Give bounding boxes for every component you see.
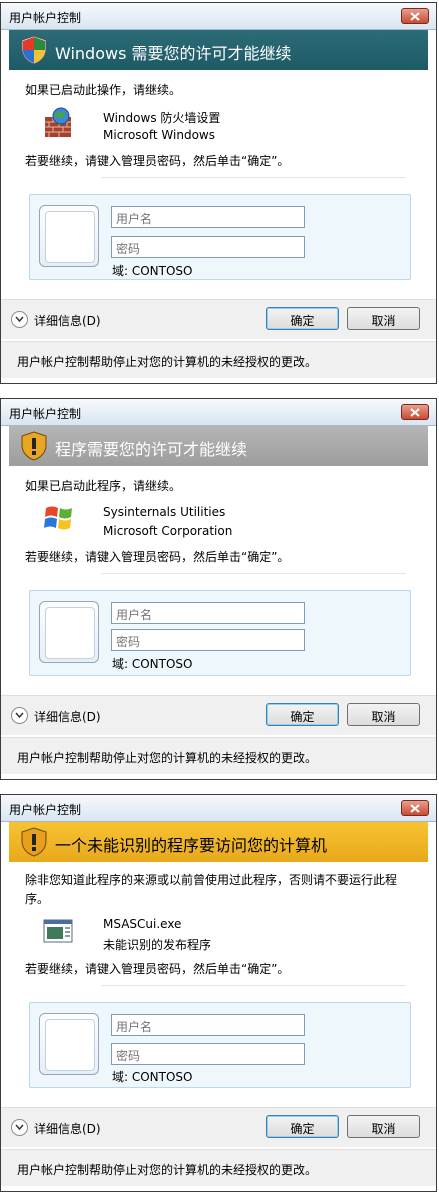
intro-text: 如果已启动此程序，请继续。 (25, 479, 182, 493)
close-button[interactable] (401, 404, 429, 420)
user-tile-image (39, 601, 99, 663)
details-link[interactable]: 详细信息(D) (34, 708, 101, 725)
chevron-down-icon (15, 712, 24, 719)
consent-banner: 程序需要您的许可才能继续 (9, 426, 428, 466)
footer-bar: 用户帐户控制帮助停止对您的计算机的未经授权的更改。 (1, 1149, 436, 1186)
footer-bar: 用户帐户控制帮助停止对您的计算机的未经授权的更改。 (1, 737, 436, 774)
ok-button[interactable]: 确定 (266, 1115, 339, 1138)
program-name: MSASCui.exe (103, 917, 182, 931)
button-bar: 详细信息(D) 确定 取消 (1, 695, 436, 735)
user-tile-image (39, 1013, 99, 1075)
password-input[interactable] (111, 629, 305, 651)
credential-tile-area: 域: CONTOSO (29, 1002, 411, 1088)
shield-icon (21, 35, 47, 65)
window-title: 用户帐户控制 (9, 407, 82, 421)
title-bar: 用户帐户控制 (1, 795, 436, 822)
domain-label: 域: CONTOSO (112, 657, 193, 671)
ok-button[interactable]: 确定 (266, 703, 339, 726)
username-input[interactable] (111, 1014, 305, 1036)
close-icon (410, 408, 420, 417)
details-link[interactable]: 详细信息(D) (34, 1120, 101, 1137)
separator (101, 573, 406, 574)
title-bar: 用户帐户控制 (1, 3, 436, 30)
intro-text: 除非您知道此程序的来源或以前曾使用过此程序，否则请不要运行此程序。 (25, 873, 398, 906)
chevron-down-icon (15, 1124, 24, 1131)
credential-tile-area: 域: CONTOSO (29, 194, 411, 280)
close-icon (410, 804, 420, 813)
consent-banner: 一个未能识别的程序要访问您的计算机 (9, 822, 428, 862)
consent-banner: Windows 需要您的许可才能继续 (9, 30, 428, 70)
username-input[interactable] (111, 206, 305, 228)
username-input[interactable] (111, 602, 305, 624)
uac-dialog-unidentified-program: 用户帐户控制 一个未能识别的程序要访问您的计算机 除非您知道此程序的来源或以前曾… (0, 794, 437, 1192)
cancel-button[interactable]: 取消 (347, 703, 420, 726)
warning-shield-icon (21, 827, 47, 857)
window-title: 用户帐户控制 (9, 803, 82, 817)
domain-label: 域: CONTOSO (112, 264, 193, 278)
uac-dialog-windows: 用户帐户控制 Windows 需要您的许可才能继续 如果已启动此操作，请继续。 … (0, 2, 437, 384)
details-expander[interactable] (11, 707, 28, 724)
banner-title: Windows 需要您的许可才能继续 (55, 44, 292, 63)
button-bar: 详细信息(D) 确定 取消 (1, 1107, 436, 1147)
footer-bar: 用户帐户控制帮助停止对您的计算机的未经授权的更改。 (1, 341, 436, 378)
instruction-text: 若要继续，请键入管理员密码，然后单击“确定”。 (25, 550, 290, 564)
details-expander[interactable] (11, 311, 28, 328)
footer-text: 用户帐户控制帮助停止对您的计算机的未经授权的更改。 (17, 355, 318, 369)
button-bar: 详细信息(D) 确定 取消 (1, 299, 436, 339)
cancel-button[interactable]: 取消 (347, 307, 420, 330)
details-expander[interactable] (11, 1119, 28, 1136)
chevron-down-icon (15, 316, 24, 323)
banner-title: 程序需要您的许可才能继续 (55, 440, 248, 459)
separator (101, 985, 406, 986)
publisher-name: Microsoft Corporation (103, 524, 233, 538)
credential-tile-area: 域: CONTOSO (29, 590, 411, 676)
domain-label: 域: CONTOSO (112, 1070, 193, 1084)
cancel-button[interactable]: 取消 (347, 1115, 420, 1138)
password-input[interactable] (111, 236, 305, 258)
user-tile-image (39, 205, 99, 267)
password-input[interactable] (111, 1043, 305, 1065)
windows-logo-icon (44, 506, 72, 530)
close-button[interactable] (401, 800, 429, 816)
instruction-text: 若要继续，请键入管理员密码，然后单击“确定”。 (25, 154, 290, 168)
close-icon (410, 12, 420, 21)
footer-text: 用户帐户控制帮助停止对您的计算机的未经授权的更改。 (17, 1163, 318, 1177)
uac-dialog-signed-program: 用户帐户控制 程序需要您的许可才能继续 如果已启动此程序，请继续。 Sysint… (0, 398, 437, 780)
window-title: 用户帐户控制 (9, 11, 82, 25)
details-link[interactable]: 详细信息(D) (34, 312, 101, 329)
separator (101, 177, 406, 178)
program-name: Windows 防火墙设置 (103, 111, 221, 125)
title-bar: 用户帐户控制 (1, 399, 436, 426)
banner-title: 一个未能识别的程序要访问您的计算机 (55, 836, 328, 855)
publisher-name: Microsoft Windows (103, 128, 215, 142)
program-name: Sysinternals Utilities (103, 505, 226, 519)
publisher-name: 未能识别的发布程序 (103, 938, 212, 952)
instruction-text: 若要继续，请键入管理员密码，然后单击“确定”。 (25, 962, 290, 976)
ok-button[interactable]: 确定 (266, 307, 339, 330)
application-icon (43, 919, 73, 943)
warning-shield-icon (21, 431, 47, 461)
footer-text: 用户帐户控制帮助停止对您的计算机的未经授权的更改。 (17, 751, 318, 765)
firewall-icon (45, 107, 71, 137)
close-button[interactable] (401, 8, 429, 24)
intro-text: 如果已启动此操作，请继续。 (25, 83, 182, 97)
